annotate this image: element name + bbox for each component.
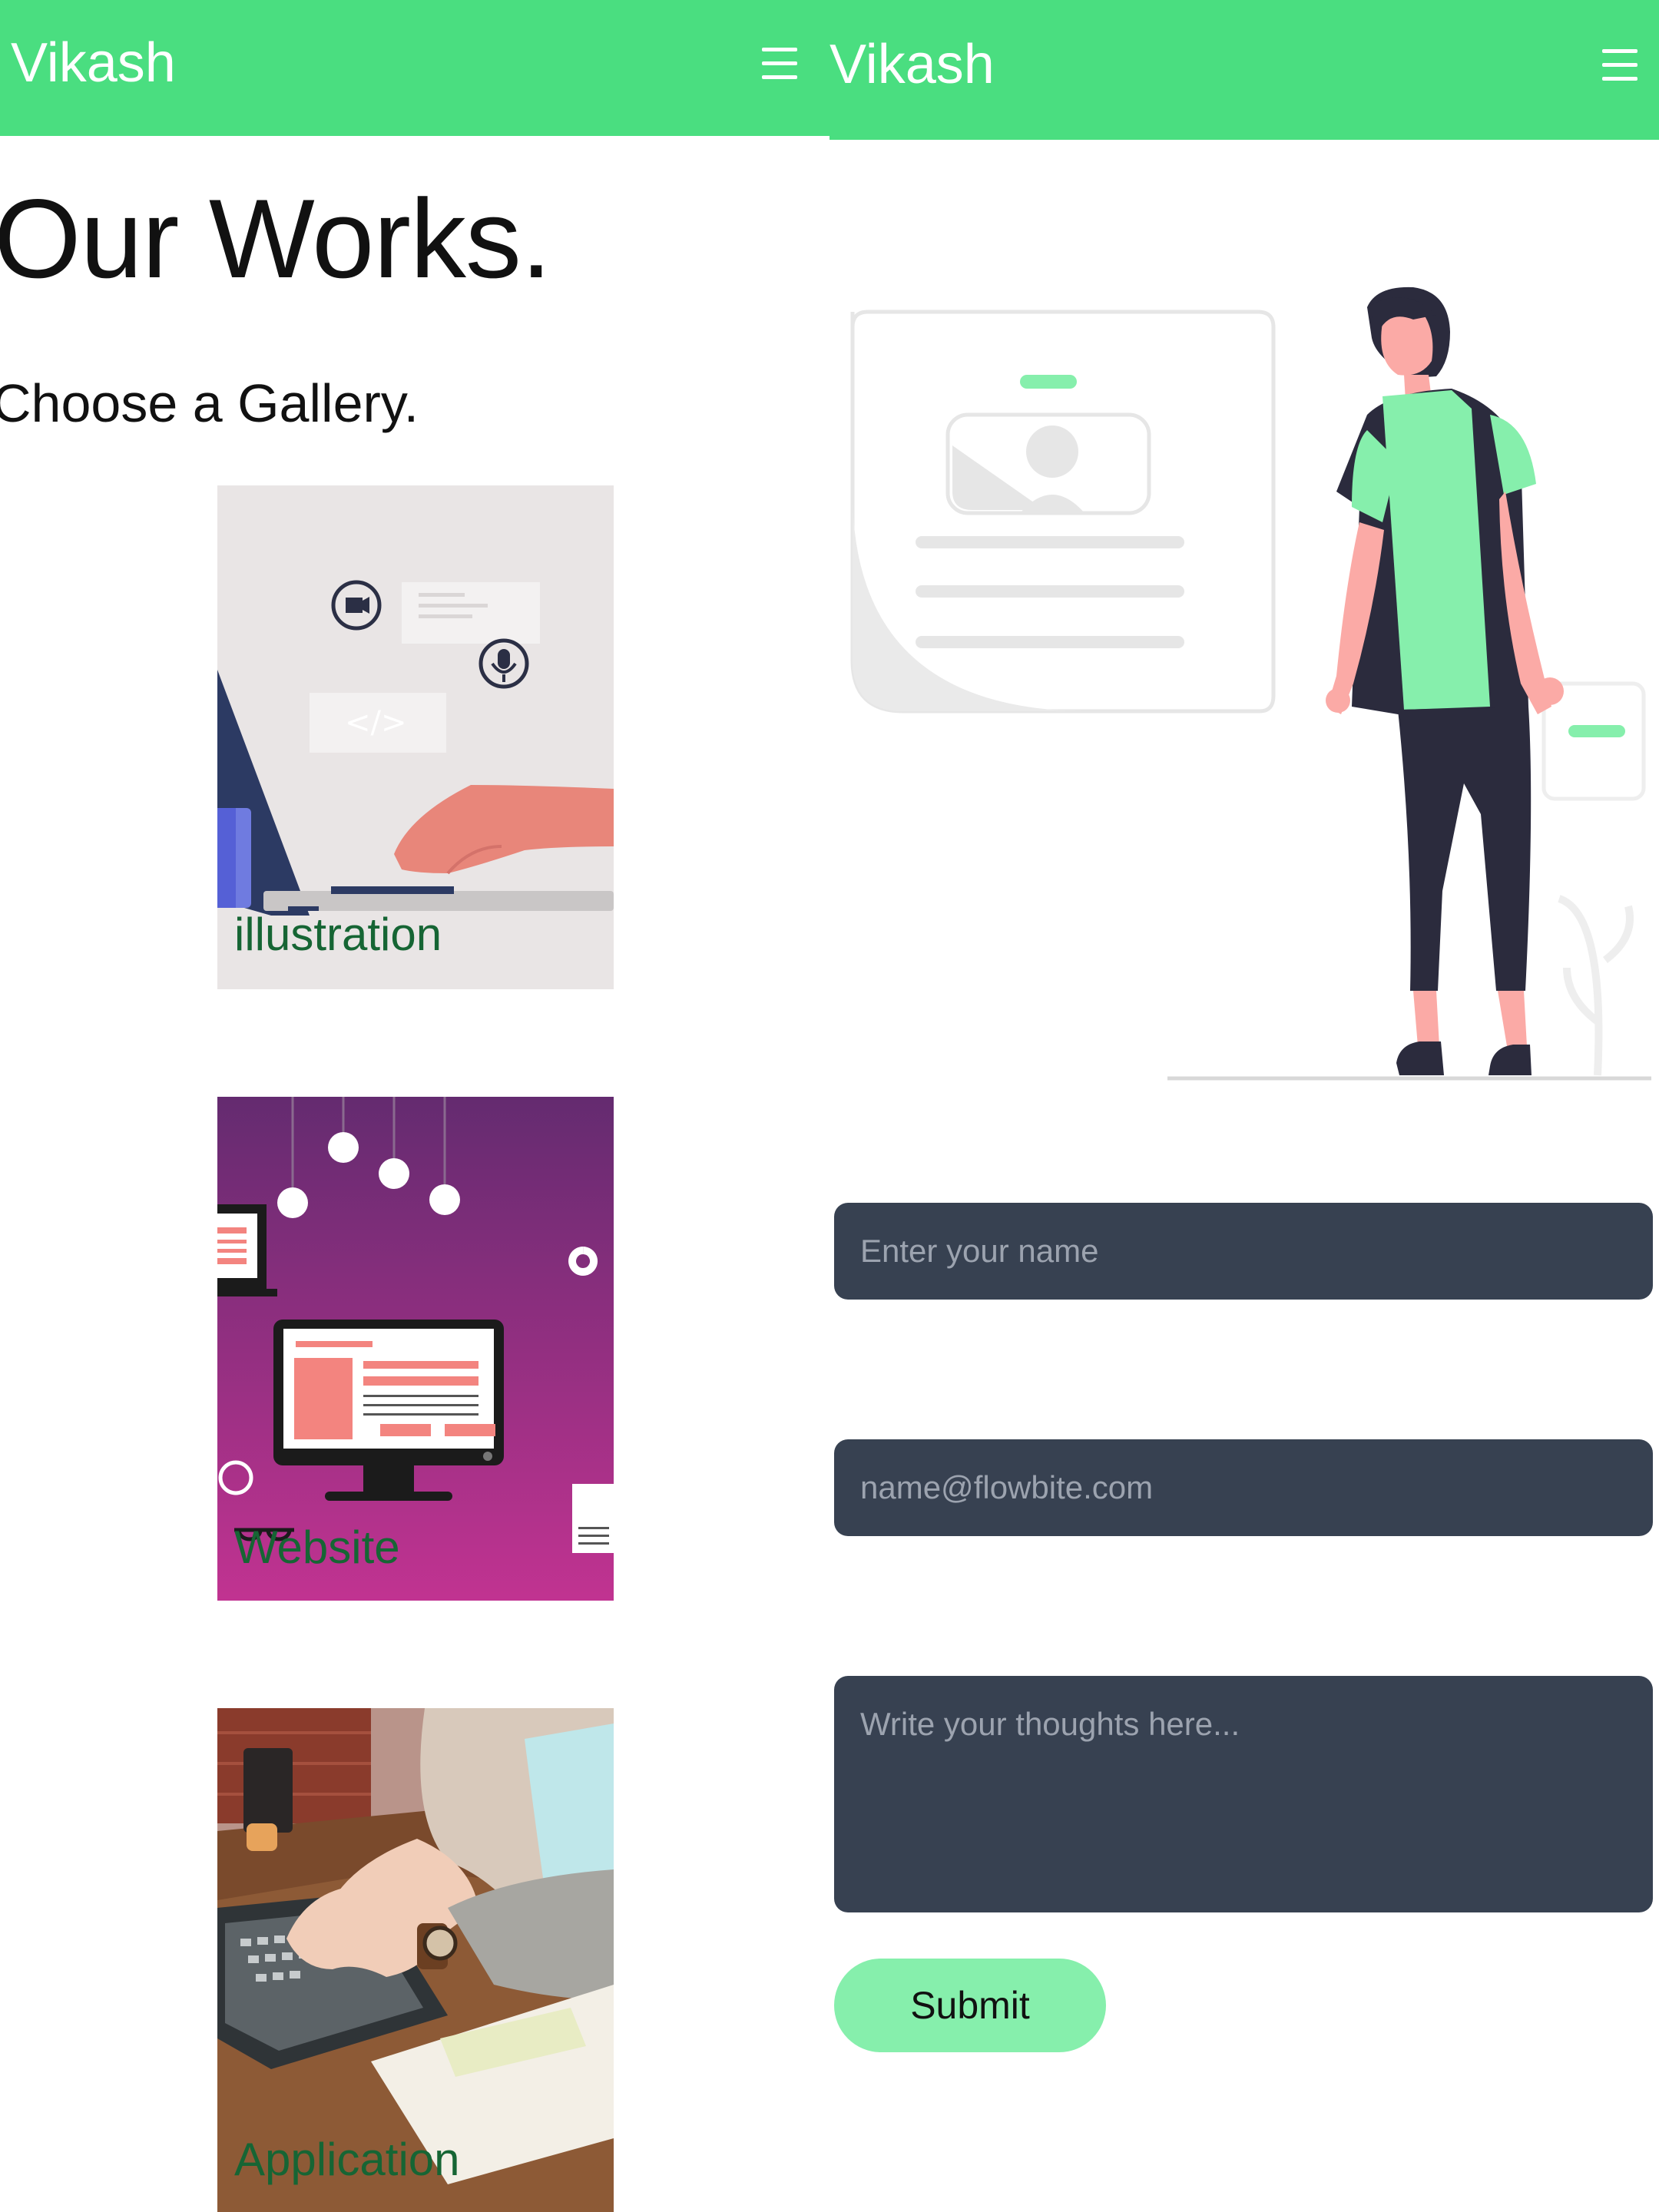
gallery-label: Application <box>234 2134 460 2185</box>
profile-illustration <box>850 286 1651 1081</box>
message-textarea[interactable] <box>834 1676 1653 1912</box>
contact-screen: Vikash Enter your name name@flowbite.com… <box>830 0 1659 2212</box>
gallery-card-illustration[interactable]: </> illustration <box>217 485 614 989</box>
gallery-card-website[interactable]: Website <box>217 1097 614 1601</box>
email-input[interactable] <box>834 1439 1653 1536</box>
name-input[interactable] <box>834 1203 1653 1300</box>
brand-logo[interactable]: Vikash <box>11 35 176 91</box>
gallery-label: illustration <box>234 909 442 960</box>
svg-text:</>: </> <box>345 705 407 740</box>
hamburger-menu-icon[interactable] <box>762 48 797 79</box>
gallery-screen: Vikash Our Works. Choose a Gallery. </> <box>0 0 830 2212</box>
gallery-card-application[interactable]: Application <box>217 1708 614 2212</box>
gallery-label: Website <box>234 1522 400 1573</box>
page-subtitle: Choose a Gallery. <box>0 373 419 433</box>
page-title: Our Works. <box>0 176 551 301</box>
navbar: Vikash <box>0 0 830 136</box>
submit-button[interactable]: Submit <box>834 1959 1106 2052</box>
